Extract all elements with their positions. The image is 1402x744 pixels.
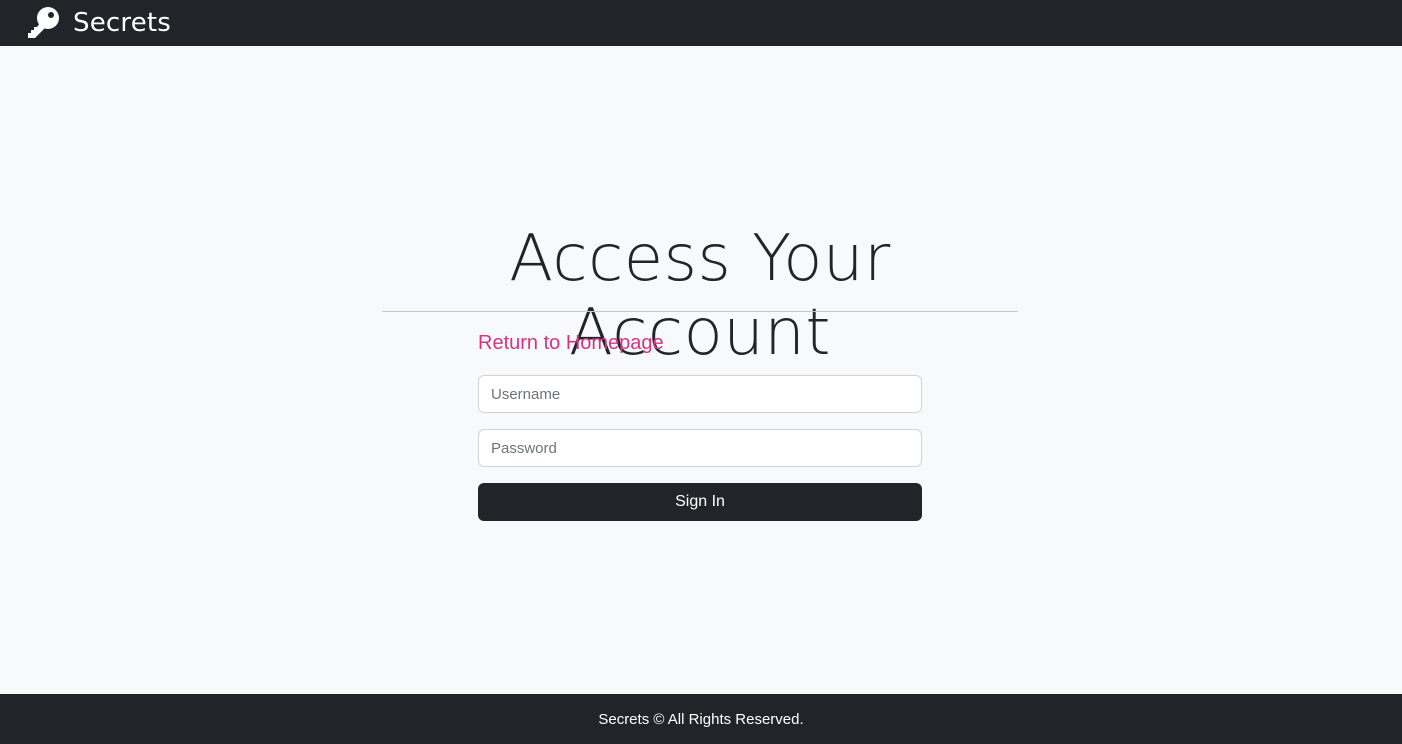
password-input[interactable] <box>478 429 922 467</box>
footer-copyright: Secrets © All Rights Reserved. <box>598 710 804 728</box>
return-homepage-link[interactable]: Return to Homepage <box>478 332 664 355</box>
brand-name: Secrets <box>73 8 172 38</box>
footer: Secrets © All Rights Reserved. <box>0 694 1402 744</box>
main-content: Access Your Account Return to Homepage S… <box>0 46 1402 694</box>
username-input[interactable] <box>478 375 922 413</box>
key-icon <box>28 7 59 38</box>
sign-in-button[interactable]: Sign In <box>478 483 922 521</box>
title-divider <box>382 311 1018 312</box>
brand-link[interactable]: Secrets <box>26 5 171 41</box>
navbar: Secrets <box>0 0 1402 46</box>
